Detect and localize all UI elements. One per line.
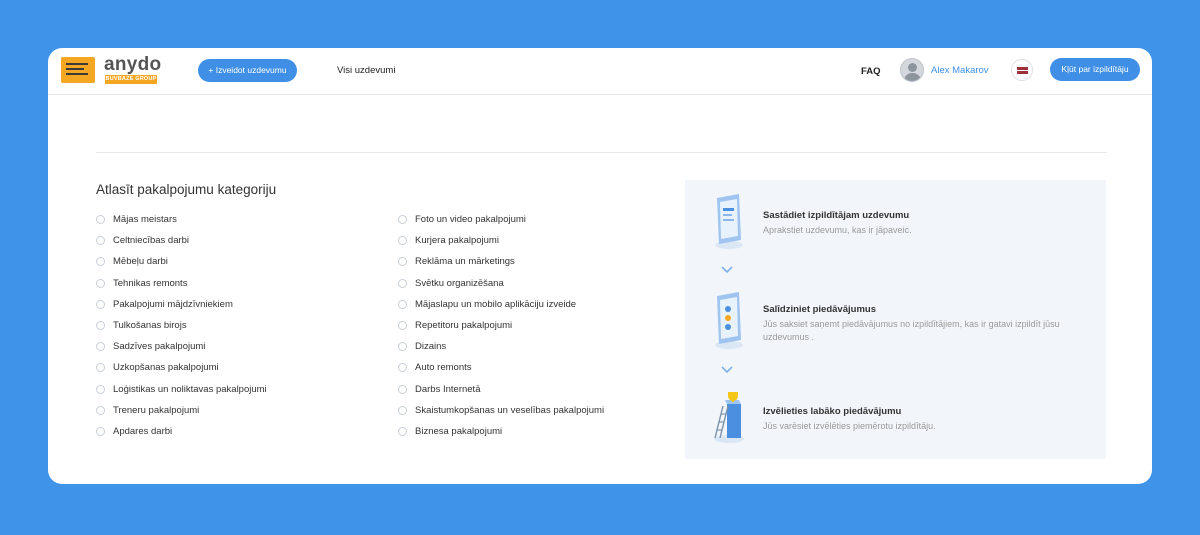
category-option[interactable]: Mājas meistars: [96, 212, 267, 233]
logo-wordmark: anydo: [104, 54, 162, 75]
category-option[interactable]: Pakalpojumi mājdzīvniekiem: [96, 297, 267, 318]
user-name-link[interactable]: Alex Makarov: [931, 65, 989, 76]
radio-button[interactable]: [398, 278, 407, 288]
trophy-ladder-illustration-icon: [714, 392, 744, 443]
category-option[interactable]: Tulkošanas birojs: [96, 318, 267, 339]
category-option[interactable]: Kurjera pakalpojumi: [398, 233, 604, 254]
category-column-right: Foto un video pakalpojumi Kurjera pakalp…: [398, 212, 604, 445]
main-card: anydo BUVBAZE GROUP + Izveidot uzdevumu …: [48, 48, 1152, 484]
category-option[interactable]: Loģistikas un noliktavas pakalpojumi: [96, 382, 267, 403]
top-navbar: anydo BUVBAZE GROUP + Izveidot uzdevumu …: [48, 48, 1152, 95]
category-option[interactable]: Dizains: [398, 339, 604, 360]
radio-button[interactable]: [398, 405, 407, 415]
radio-button[interactable]: [96, 426, 105, 436]
radio-button[interactable]: [96, 236, 105, 246]
category-option[interactable]: Mēbeļu darbi: [96, 254, 267, 275]
become-provider-button[interactable]: Kļūt par izpildītāju: [1050, 58, 1140, 81]
radio-button[interactable]: [398, 320, 407, 330]
step-3-title: Izvēlieties labāko piedāvājumu: [763, 406, 902, 417]
category-option[interactable]: Treneru pakalpojumi: [96, 403, 267, 424]
radio-button[interactable]: [96, 363, 105, 373]
category-column-left: Mājas meistars Celtniecības darbi Mēbeļu…: [96, 212, 267, 445]
how-it-works-panel: Sastādiet izpildītājam uzdevumu Apraksti…: [685, 180, 1106, 459]
category-option[interactable]: Apdares darbi: [96, 424, 267, 445]
logo-subtitle: BUVBAZE GROUP: [105, 75, 157, 84]
step-2-title: Salīdziniet piedāvājumus: [763, 304, 876, 315]
section-divider: [96, 152, 1107, 153]
phone-task-illustration-icon: [715, 194, 743, 249]
category-option[interactable]: Sadzīves pakalpojumi: [96, 339, 267, 360]
category-option[interactable]: Uzkopšanas pakalpojumi: [96, 360, 267, 381]
radio-button[interactable]: [96, 278, 105, 288]
categories-heading: Atlasīt pakalpojumu kategoriju: [96, 182, 277, 197]
radio-button[interactable]: [398, 215, 407, 224]
all-tasks-link[interactable]: Visi uzdevumi: [337, 65, 395, 76]
radio-button[interactable]: [398, 342, 407, 352]
radio-button[interactable]: [96, 405, 105, 415]
radio-button[interactable]: [398, 299, 407, 309]
radio-button[interactable]: [398, 426, 407, 436]
anydo-logo[interactable]: anydo BUVBAZE GROUP: [61, 54, 162, 85]
radio-button[interactable]: [398, 236, 407, 246]
step-3-description: Jūs varēsiet izvēlēties piemērotu izpild…: [763, 421, 936, 431]
radio-button[interactable]: [398, 257, 407, 267]
category-option[interactable]: Foto un video pakalpojumi: [398, 212, 604, 233]
radio-button[interactable]: [96, 384, 105, 394]
chevron-down-icon: [721, 366, 733, 374]
step-1-description: Aprakstiet uzdevumu, kas ir jāpaveic.: [763, 225, 912, 235]
category-option[interactable]: Repetitoru pakalpojumi: [398, 318, 604, 339]
chevron-down-icon: [721, 266, 733, 274]
radio-button[interactable]: [96, 299, 105, 309]
category-option[interactable]: Mājaslapu un mobilo aplikāciju izveide: [398, 297, 604, 318]
radio-button[interactable]: [398, 363, 407, 373]
radio-button[interactable]: [96, 320, 105, 330]
category-option[interactable]: Auto remonts: [398, 360, 604, 381]
category-option[interactable]: Skaistumkopšanas un veselības pakalpojum…: [398, 403, 604, 424]
create-task-button[interactable]: + Izveidot uzdevumu: [198, 59, 297, 82]
phone-offers-illustration-icon: [715, 292, 743, 349]
latvia-flag-icon: [1017, 67, 1028, 74]
radio-button[interactable]: [96, 215, 105, 224]
category-option[interactable]: Tehnikas remonts: [96, 276, 267, 297]
language-switcher[interactable]: [1011, 59, 1033, 81]
radio-button[interactable]: [96, 257, 105, 267]
logo-mark-icon: [61, 57, 95, 83]
category-option[interactable]: Reklāma un mārketings: [398, 254, 604, 275]
category-option[interactable]: Darbs Internetā: [398, 382, 604, 403]
faq-link[interactable]: FAQ: [861, 66, 881, 77]
radio-button[interactable]: [398, 384, 407, 394]
user-avatar[interactable]: [900, 58, 924, 82]
step-1-title: Sastādiet izpildītājam uzdevumu: [763, 210, 910, 221]
radio-button[interactable]: [96, 342, 105, 352]
category-option[interactable]: Svētku organizēšana: [398, 276, 604, 297]
category-option[interactable]: Celtniecības darbi: [96, 233, 267, 254]
step-2-description: Jūs saksiet saņemt piedāvājumus no izpil…: [763, 319, 1060, 342]
category-option[interactable]: Biznesa pakalpojumi: [398, 424, 604, 445]
